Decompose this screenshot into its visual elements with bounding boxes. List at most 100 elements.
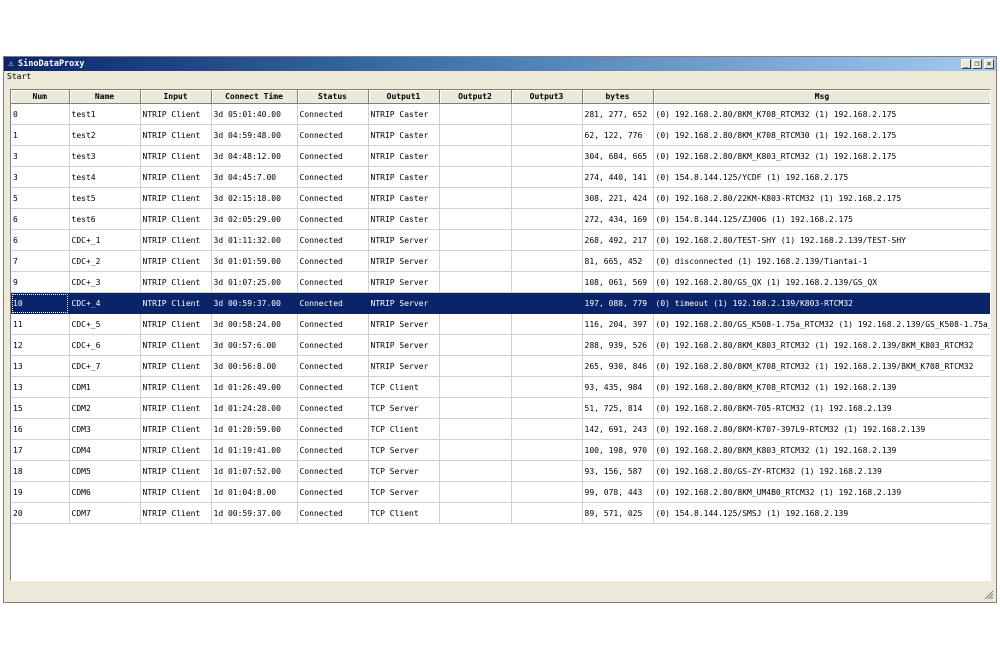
column-header[interactable]: Input — [140, 90, 212, 104]
column-header[interactable]: Output1 — [368, 90, 440, 104]
table-row[interactable]: 0 test1 NTRIP Client 3d 05:01:40.00 Connecte… — [11, 103, 990, 125]
bytes-cell: 142, 691, 243 — [582, 418, 654, 440]
input-cell: NTRIP Client — [140, 124, 212, 146]
column-header[interactable]: Name — [69, 90, 141, 104]
msg-cell: (0) 192.168.2.80/TEST-SHY (1) 192.168.2.… — [653, 229, 990, 251]
minimize-button[interactable]: _ — [961, 59, 971, 69]
table-row[interactable]: 3 test4 NTRIP Client 3d 04:45:7.00 Connected… — [11, 166, 990, 188]
num-cell: 20 — [11, 502, 70, 524]
restore-button[interactable]: ❐ — [972, 59, 982, 69]
output3-cell — [511, 460, 583, 482]
output2-cell — [439, 187, 512, 209]
table-row[interactable]: 15 CDM2 NTRIP Client 1d 01:24:28.00 Connecte… — [11, 397, 990, 419]
table-row[interactable]: 5 test5 NTRIP Client 3d 02:15:18.00 Connecte… — [11, 187, 990, 209]
table-row[interactable]: 9 CDC+_3 NTRIP Client 3d 01:07:25.00 Connect… — [11, 271, 990, 293]
menu-item-start[interactable]: Start — [7, 72, 31, 82]
output3-cell — [511, 355, 583, 377]
connect-time-cell: 3d 00:57:6.00 — [211, 334, 298, 356]
column-header[interactable]: Output3 — [511, 90, 583, 104]
table-row[interactable]: 16 CDM3 NTRIP Client 1d 01:20:59.00 Connecte… — [11, 418, 990, 440]
output3-cell — [511, 439, 583, 461]
output3-cell — [511, 418, 583, 440]
msg-cell: (0) 192.168.2.80/8KM_K708_RTCM32 (1) 192… — [653, 376, 990, 398]
output1-cell: NTRIP Caster — [368, 208, 440, 230]
output1-cell: NTRIP Server — [368, 334, 440, 356]
table-body: 0 test1 NTRIP Client 3d 05:01:40.00 Connecte… — [11, 103, 990, 524]
output3-cell — [511, 145, 583, 167]
output2-cell — [439, 355, 512, 377]
column-header[interactable]: Status — [297, 90, 369, 104]
num-cell: 10 — [11, 292, 70, 314]
column-header[interactable]: bytes — [582, 90, 654, 104]
bytes-cell: 93, 435, 984 — [582, 376, 654, 398]
table-row[interactable]: 11 CDC+_5 NTRIP Client 3d 00:58:24.00 Connec… — [11, 313, 990, 335]
output2-cell — [439, 397, 512, 419]
name-cell: test3 — [69, 145, 141, 167]
msg-cell: (0) 192.168.2.80/GS_QX (1) 192.168.2.139… — [653, 271, 990, 293]
bytes-cell: 197, 088, 779 — [582, 292, 654, 314]
bytes-cell: 62, 122, 776 — [582, 124, 654, 146]
table-row[interactable]: 7 CDC+_2 NTRIP Client 3d 01:01:59.00 Connect… — [11, 250, 990, 272]
resize-grip-icon[interactable] — [984, 590, 994, 600]
table-row[interactable]: 12 CDC+_6 NTRIP Client 3d 00:57:6.00 Connect… — [11, 334, 990, 356]
output3-cell — [511, 229, 583, 251]
output1-cell: NTRIP Caster — [368, 187, 440, 209]
bytes-cell: 308, 221, 424 — [582, 187, 654, 209]
status-cell: Connected — [297, 271, 369, 293]
output1-cell: NTRIP Server — [368, 250, 440, 272]
output2-cell — [439, 376, 512, 398]
output2-cell — [439, 145, 512, 167]
table-row[interactable]: 3 test3 NTRIP Client 3d 04:48:12.00 Connecte… — [11, 145, 990, 167]
output3-cell — [511, 397, 583, 419]
status-cell: Connected — [297, 418, 369, 440]
column-header[interactable]: Num — [11, 90, 70, 104]
input-cell: NTRIP Client — [140, 334, 212, 356]
connect-time-cell: 3d 01:07:25.00 — [211, 271, 298, 293]
output2-cell — [439, 103, 512, 125]
bytes-cell: 304, 684, 665 — [582, 145, 654, 167]
num-cell: 5 — [11, 187, 70, 209]
status-bar — [4, 586, 996, 602]
table-row[interactable]: 13 CDM1 NTRIP Client 1d 01:26:49.00 Connecte… — [11, 376, 990, 398]
connect-time-cell: 3d 00:58:24.00 — [211, 313, 298, 335]
input-cell: NTRIP Client — [140, 271, 212, 293]
status-cell: Connected — [297, 397, 369, 419]
name-cell: CDM6 — [69, 481, 141, 503]
column-header[interactable]: Output2 — [439, 90, 512, 104]
connection-table[interactable]: Num Name Input Connect Time Status Output1 Out… — [10, 89, 991, 581]
name-cell: CDC+_1 — [69, 229, 141, 251]
name-cell: CDM1 — [69, 376, 141, 398]
name-cell: CDC+_7 — [69, 355, 141, 377]
close-button[interactable]: ✕ — [984, 59, 994, 69]
column-header[interactable]: Connect Time — [211, 90, 298, 104]
table-row[interactable]: 13 CDC+_7 NTRIP Client 3d 00:56:8.00 Connect… — [11, 355, 990, 377]
table-row[interactable]: 10 CDC+_4 NTRIP Client 3d 00:59:37.00 Connec… — [11, 292, 990, 314]
msg-cell: (0) 192.168.2.80/22KM-K803-RTCM32 (1) 19… — [653, 187, 990, 209]
table-row[interactable]: 20 CDM7 NTRIP Client 1d 00:59:37.00 Connecte… — [11, 502, 990, 524]
title-bar[interactable]: ⚠ SinoDataProxy _ ❐ ✕ — [4, 57, 996, 71]
num-cell: 7 — [11, 250, 70, 272]
bytes-cell: 89, 571, 025 — [582, 502, 654, 524]
status-cell: Connected — [297, 166, 369, 188]
table-row[interactable]: 6 CDC+_1 NTRIP Client 3d 01:11:32.00 Connect… — [11, 229, 990, 251]
table-row[interactable]: 17 CDM4 NTRIP Client 1d 01:19:41.00 Connecte… — [11, 439, 990, 461]
output1-cell: NTRIP Server — [368, 355, 440, 377]
table-row[interactable]: 1 test2 NTRIP Client 3d 04:59:48.00 Connecte… — [11, 124, 990, 146]
output1-cell: TCP Client — [368, 376, 440, 398]
table-row[interactable]: 6 test6 NTRIP Client 3d 02:05:29.00 Connecte… — [11, 208, 990, 230]
output3-cell — [511, 376, 583, 398]
output2-cell — [439, 481, 512, 503]
output1-cell: NTRIP Caster — [368, 166, 440, 188]
connect-time-cell: 3d 04:48:12.00 — [211, 145, 298, 167]
connect-time-cell: 3d 01:11:32.00 — [211, 229, 298, 251]
table-row[interactable]: 18 CDM5 NTRIP Client 1d 01:07:52.00 Connecte… — [11, 460, 990, 482]
table-row[interactable]: 19 CDM6 NTRIP Client 1d 01:04:8.00 Connected… — [11, 481, 990, 503]
status-cell: Connected — [297, 229, 369, 251]
num-cell: 0 — [11, 103, 70, 125]
msg-cell: (0) 154.8.144.125/ZJ006 (1) 192.168.2.17… — [653, 208, 990, 230]
status-cell: Connected — [297, 187, 369, 209]
column-header[interactable]: Msg — [653, 90, 990, 104]
input-cell: NTRIP Client — [140, 313, 212, 335]
name-cell: test2 — [69, 124, 141, 146]
bytes-cell: 274, 440, 141 — [582, 166, 654, 188]
